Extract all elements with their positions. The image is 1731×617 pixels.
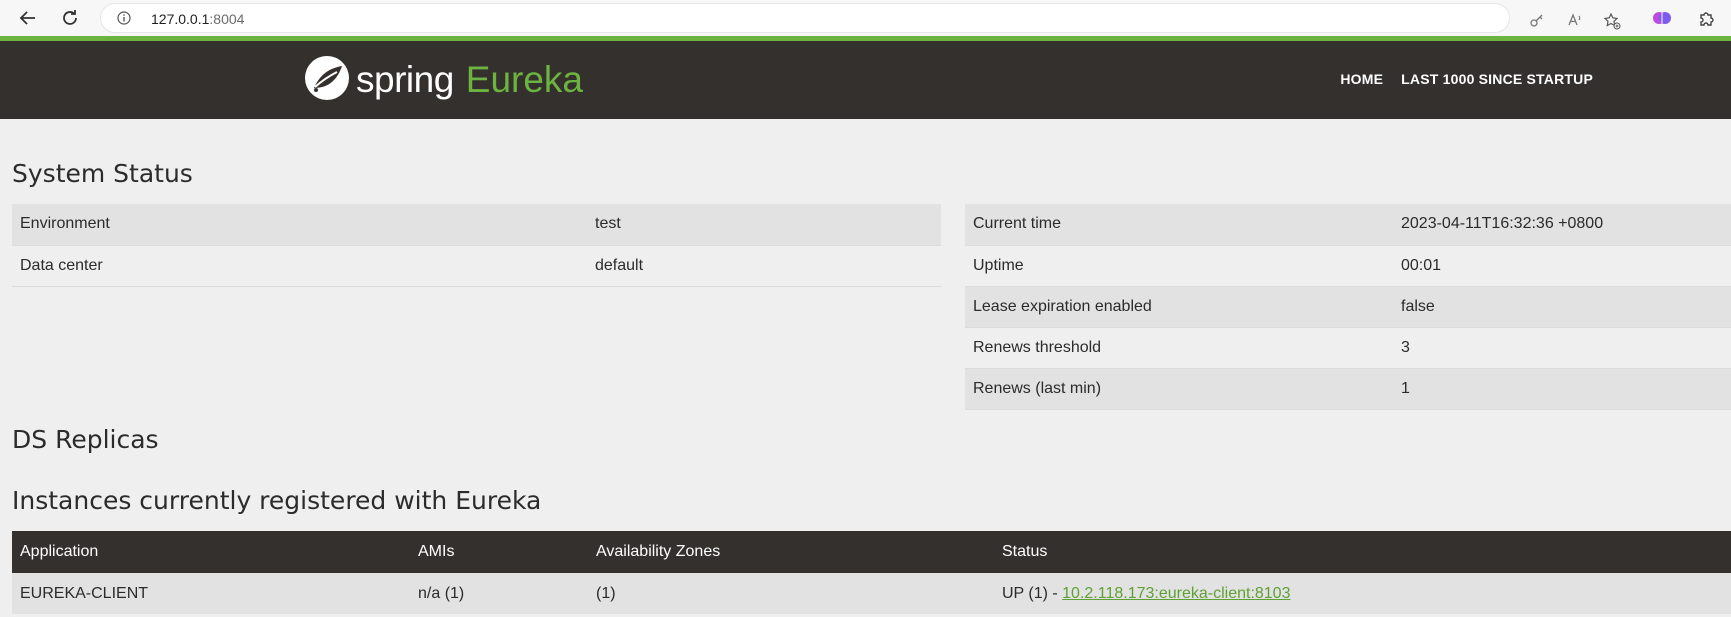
uptime-key: Uptime	[965, 245, 1393, 287]
table-row: Renews (last min) 1	[965, 368, 1731, 410]
table-row: Data center default	[12, 245, 941, 287]
column-header-zones: Availability Zones	[588, 531, 994, 573]
extensions-puzzle-icon[interactable]	[1697, 8, 1717, 28]
column-header-application: Application	[12, 531, 410, 573]
url-host: 127.0.0.1	[151, 11, 210, 27]
product-name: Eureka	[465, 59, 584, 100]
uptime-value: 00:01	[1393, 245, 1731, 287]
renews-last-min-value: 1	[1393, 368, 1731, 410]
extension-brain-icon[interactable]	[1652, 8, 1672, 28]
system-status-right-table: Current time 2023-04-11T16:32:36 +0800 U…	[965, 204, 1731, 410]
lease-expiration-key: Lease expiration enabled	[965, 286, 1393, 328]
column-header-status: Status	[994, 531, 1731, 573]
current-time-key: Current time	[965, 204, 1393, 246]
instance-status-text: UP (1) -	[1002, 584, 1063, 602]
instances-heading: Instances currently registered with Eure…	[12, 486, 542, 515]
datacenter-value: default	[587, 245, 941, 287]
ds-replicas-heading: DS Replicas	[12, 425, 159, 454]
renews-threshold-key: Renews threshold	[965, 327, 1393, 369]
favorite-star-icon[interactable]	[1603, 12, 1621, 30]
instance-application: EUREKA-CLIENT	[12, 573, 410, 614]
renews-last-min-key: Renews (last min)	[965, 368, 1393, 410]
nav-last-1000-link[interactable]: LAST 1000 SINCE STARTUP	[1401, 71, 1593, 87]
env-value: test	[587, 204, 941, 246]
top-nav: HOME LAST 1000 SINCE STARTUP	[1340, 71, 1593, 87]
instance-status: UP (1) - 10.2.118.173:eureka-client:8103	[994, 573, 1731, 614]
table-row: Renews threshold 3	[965, 327, 1731, 369]
instance-zones: (1)	[588, 573, 994, 614]
system-status-left-table: Environment test Data center default	[12, 204, 941, 287]
system-status-heading: System Status	[12, 159, 193, 188]
reload-icon[interactable]	[58, 6, 82, 30]
address-url: 127.0.0.1:8004	[151, 11, 244, 27]
read-aloud-icon[interactable]	[1567, 12, 1583, 28]
table-row: Current time 2023-04-11T16:32:36 +0800	[965, 204, 1731, 246]
current-time-value: 2023-04-11T16:32:36 +0800	[1393, 204, 1731, 246]
table-row: Uptime 00:01	[965, 245, 1731, 287]
table-header-row: Application AMIs Availability Zones Stat…	[12, 531, 1731, 573]
table-row: EUREKA-CLIENT n/a (1) (1) UP (1) - 10.2.…	[12, 573, 1731, 614]
site-info-icon[interactable]	[117, 11, 131, 25]
column-header-amis: AMIs	[410, 531, 588, 573]
back-icon[interactable]	[16, 6, 40, 30]
app-header: spring Eureka HOME LAST 1000 SINCE START…	[0, 41, 1731, 119]
address-bar[interactable]: 127.0.0.1:8004	[100, 3, 1621, 33]
table-row: Environment test	[12, 204, 941, 246]
spring-eureka-logo[interactable]: spring Eureka	[304, 55, 584, 106]
nav-home-link[interactable]: HOME	[1340, 71, 1383, 87]
table-row: Lease expiration enabled false	[965, 286, 1731, 328]
brand-wordmark: spring	[356, 59, 454, 100]
url-port: :8004	[209, 11, 245, 27]
key-icon[interactable]	[1529, 12, 1545, 28]
env-key: Environment	[12, 204, 587, 246]
instances-table: Application AMIs Availability Zones Stat…	[12, 531, 1731, 614]
renews-threshold-value: 3	[1393, 327, 1731, 369]
spring-leaf-icon	[304, 55, 350, 106]
instance-status-link[interactable]: 10.2.118.173:eureka-client:8103	[1062, 585, 1290, 602]
lease-expiration-value: false	[1393, 286, 1731, 328]
datacenter-key: Data center	[12, 245, 587, 287]
instance-amis: n/a (1)	[410, 573, 588, 614]
browser-toolbar: 127.0.0.1:8004	[0, 0, 1731, 36]
